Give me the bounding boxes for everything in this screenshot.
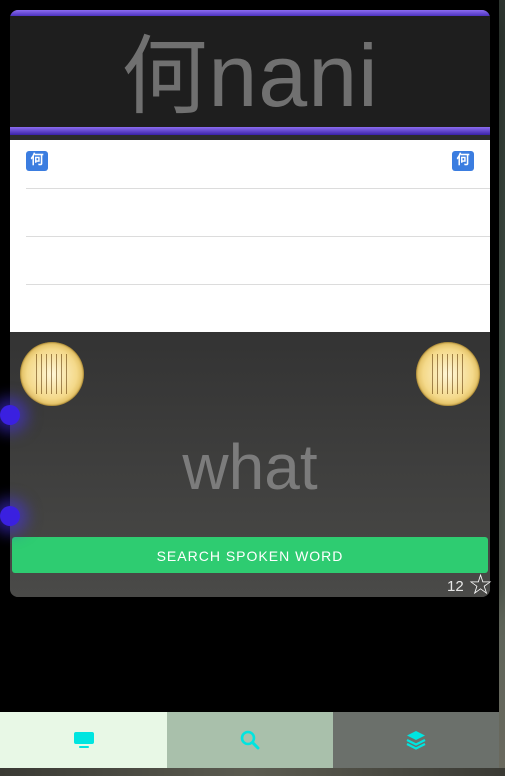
kanji-badge-left[interactable]: 何	[26, 151, 48, 171]
search-spoken-word-button[interactable]: SEARCH SPOKEN WORD	[12, 537, 488, 573]
card-count: 12	[447, 578, 464, 595]
glow-indicator	[0, 405, 20, 425]
list-item[interactable]	[26, 284, 490, 332]
monitor-icon	[73, 732, 94, 748]
background-edge	[499, 0, 505, 776]
background-edge-bottom	[0, 768, 505, 776]
search-icon	[240, 730, 260, 750]
seal-image-left[interactable]	[20, 342, 84, 406]
kanji-text: 何	[121, 27, 209, 127]
tab-search[interactable]	[167, 712, 333, 768]
flashcard[interactable]: 何nani 何 何 what SEARCH SPOKEN WORD	[10, 10, 490, 597]
seal-image-right[interactable]	[416, 342, 480, 406]
word-header: 何nani	[10, 16, 490, 134]
word-title: 何nani	[10, 26, 490, 127]
tab-decks[interactable]	[333, 712, 499, 768]
romaji-text: nani	[208, 26, 379, 125]
card-divider-accent	[10, 127, 490, 135]
star-outline-icon[interactable]: ☆	[468, 570, 493, 600]
list-item[interactable]: 何 何	[26, 140, 490, 189]
glow-indicator	[0, 506, 20, 526]
meaning-text: what	[182, 431, 318, 503]
app-screen: 何nani 何 何 what SEARCH SPOKEN WORD 12 ☆	[0, 0, 505, 776]
bottom-nav	[0, 712, 499, 768]
meaning-panel: what SEARCH SPOKEN WORD	[10, 332, 490, 597]
tab-cards[interactable]	[0, 712, 167, 768]
list-item[interactable]	[26, 188, 490, 237]
list-item[interactable]	[26, 236, 490, 285]
reading-list: 何 何	[10, 140, 490, 332]
kanji-badge-right[interactable]: 何	[452, 151, 474, 171]
layers-icon	[406, 731, 426, 750]
